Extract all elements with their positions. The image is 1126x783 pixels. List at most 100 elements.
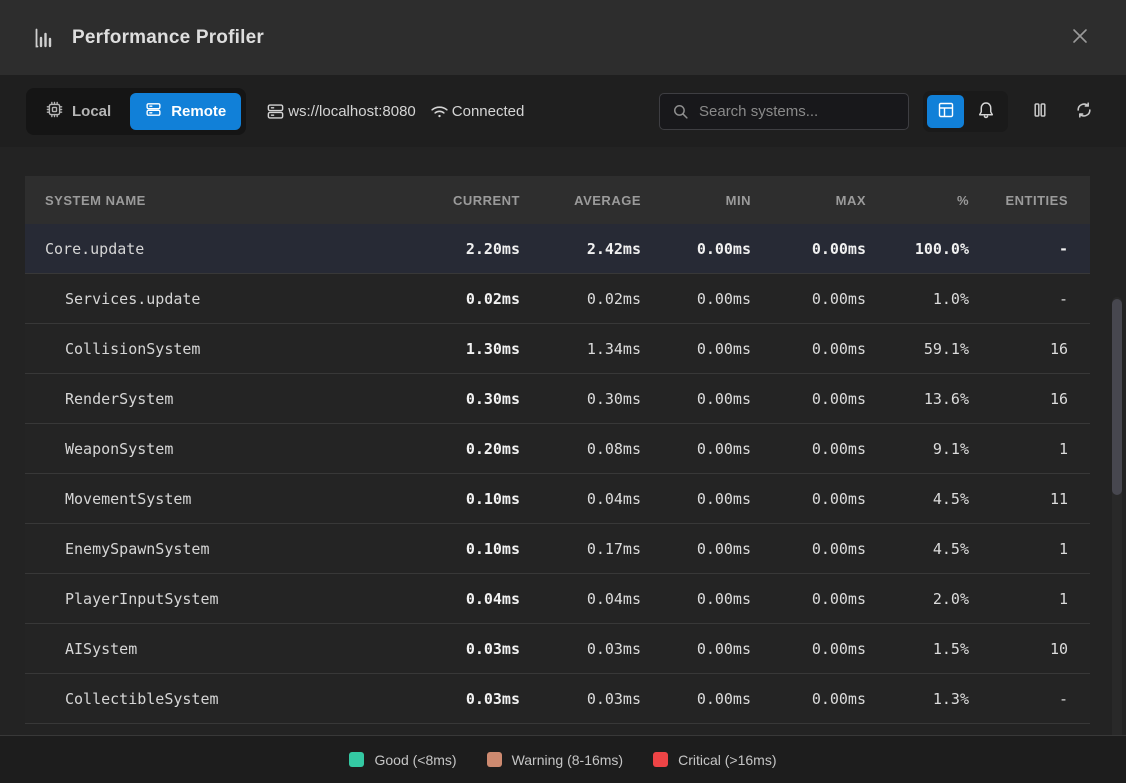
min-cell: 0.00ms [641, 490, 751, 508]
connection-status: Connected [430, 102, 525, 121]
connection-status-text: Connected [452, 103, 525, 120]
column-header-min[interactable]: MIN [641, 193, 751, 208]
table-row[interactable]: WeaponSystem0.20ms0.08ms0.00ms0.00ms9.1%… [25, 424, 1090, 474]
close-button[interactable] [1064, 22, 1096, 54]
table-view-button[interactable] [927, 95, 964, 128]
system-name-cell: EnemySpawnSystem [25, 540, 408, 558]
average-cell: 0.04ms [520, 590, 641, 608]
entities-cell: 10 [969, 640, 1090, 658]
entities-cell: - [969, 240, 1090, 258]
table-header-row: SYSTEM NAME CURRENT AVERAGE MIN MAX % EN… [25, 176, 1090, 224]
average-cell: 0.03ms [520, 690, 641, 708]
pause-button[interactable] [1024, 95, 1056, 127]
bell-icon [977, 101, 995, 122]
min-cell: 0.00ms [641, 540, 751, 558]
max-cell: 0.00ms [751, 490, 866, 508]
search-box [659, 93, 909, 130]
alerts-button[interactable] [967, 95, 1004, 128]
table-body: Core.update2.20ms2.42ms0.00ms0.00ms100.0… [25, 224, 1090, 724]
view-button-group [923, 91, 1008, 132]
pct-cell: 1.0% [866, 290, 969, 308]
table-row[interactable]: RenderSystem0.30ms0.30ms0.00ms0.00ms13.6… [25, 374, 1090, 424]
column-header-current[interactable]: CURRENT [408, 193, 520, 208]
table-row[interactable]: EnemySpawnSystem0.10ms0.17ms0.00ms0.00ms… [25, 524, 1090, 574]
server-icon [145, 101, 162, 122]
system-name-cell: Services.update [25, 290, 408, 308]
average-cell: 0.17ms [520, 540, 641, 558]
current-cell: 0.10ms [408, 540, 520, 558]
pct-cell: 2.0% [866, 590, 969, 608]
remote-mode-button[interactable]: Remote [130, 93, 241, 130]
system-name-cell: RenderSystem [25, 390, 408, 408]
table-row[interactable]: MovementSystem0.10ms0.04ms0.00ms0.00ms4.… [25, 474, 1090, 524]
table-row[interactable]: CollisionSystem1.30ms1.34ms0.00ms0.00ms5… [25, 324, 1090, 374]
legend-label: Critical (>16ms) [678, 752, 776, 768]
refresh-button[interactable] [1068, 95, 1100, 127]
column-header-entities[interactable]: ENTITIES [969, 193, 1090, 208]
column-header-average[interactable]: AVERAGE [520, 193, 641, 208]
local-mode-label: Local [72, 103, 111, 120]
entities-cell: 1 [969, 540, 1090, 558]
pct-cell: 4.5% [866, 490, 969, 508]
average-cell: 0.30ms [520, 390, 641, 408]
table-row[interactable]: AISystem0.03ms0.03ms0.00ms0.00ms1.5%10 [25, 624, 1090, 674]
pct-cell: 1.5% [866, 640, 969, 658]
legend-label: Warning (8-16ms) [512, 752, 624, 768]
column-header-system-name[interactable]: SYSTEM NAME [25, 193, 408, 208]
entities-cell: - [969, 290, 1090, 308]
table-row[interactable]: PlayerInputSystem0.04ms0.04ms0.00ms0.00m… [25, 574, 1090, 624]
system-name-cell: CollisionSystem [25, 340, 408, 358]
min-cell: 0.00ms [641, 340, 751, 358]
entities-cell: 1 [969, 590, 1090, 608]
search-icon [672, 103, 689, 120]
average-cell: 0.08ms [520, 440, 641, 458]
max-cell: 0.00ms [751, 540, 866, 558]
max-cell: 0.00ms [751, 440, 866, 458]
current-cell: 0.02ms [408, 290, 520, 308]
system-name-cell: AISystem [25, 640, 408, 658]
min-cell: 0.00ms [641, 690, 751, 708]
pct-cell: 100.0% [866, 240, 969, 258]
entities-cell: 11 [969, 490, 1090, 508]
system-name-cell: WeaponSystem [25, 440, 408, 458]
search-input[interactable] [699, 103, 896, 120]
pct-cell: 9.1% [866, 440, 969, 458]
server-icon [266, 102, 285, 121]
average-cell: 0.02ms [520, 290, 641, 308]
current-cell: 1.30ms [408, 340, 520, 358]
current-cell: 0.30ms [408, 390, 520, 408]
average-cell: 1.34ms [520, 340, 641, 358]
system-name-cell: Core.update [25, 240, 408, 258]
min-cell: 0.00ms [641, 290, 751, 308]
local-mode-button[interactable]: Local [31, 93, 126, 130]
close-icon [1070, 26, 1090, 49]
pct-cell: 13.6% [866, 390, 969, 408]
system-name-cell: PlayerInputSystem [25, 590, 408, 608]
average-cell: 2.42ms [520, 240, 641, 258]
legend-item-critical: Critical (>16ms) [653, 752, 776, 768]
scrollbar-thumb[interactable] [1112, 299, 1122, 495]
min-cell: 0.00ms [641, 390, 751, 408]
pause-icon [1031, 101, 1049, 122]
system-name-cell: MovementSystem [25, 490, 408, 508]
min-cell: 0.00ms [641, 640, 751, 658]
column-header-percent[interactable]: % [866, 193, 969, 208]
average-cell: 0.04ms [520, 490, 641, 508]
profiler-content: SYSTEM NAME CURRENT AVERAGE MIN MAX % EN… [0, 147, 1126, 735]
scrollbar-track[interactable] [1112, 297, 1122, 783]
table-row[interactable]: Services.update0.02ms0.02ms0.00ms0.00ms1… [25, 274, 1090, 324]
table-row[interactable]: CollectibleSystem0.03ms0.03ms0.00ms0.00m… [25, 674, 1090, 724]
current-cell: 0.10ms [408, 490, 520, 508]
current-cell: 0.03ms [408, 640, 520, 658]
table-row[interactable]: Core.update2.20ms2.42ms0.00ms0.00ms100.0… [25, 224, 1090, 274]
legend-footer: Good (<8ms) Warning (8-16ms) Critical (>… [0, 735, 1126, 783]
entities-cell: 1 [969, 440, 1090, 458]
pct-cell: 59.1% [866, 340, 969, 358]
current-cell: 2.20ms [408, 240, 520, 258]
column-header-max[interactable]: MAX [751, 193, 866, 208]
max-cell: 0.00ms [751, 640, 866, 658]
pct-cell: 1.3% [866, 690, 969, 708]
mode-toggle: Local Remote [26, 88, 246, 135]
entities-cell: - [969, 690, 1090, 708]
max-cell: 0.00ms [751, 590, 866, 608]
